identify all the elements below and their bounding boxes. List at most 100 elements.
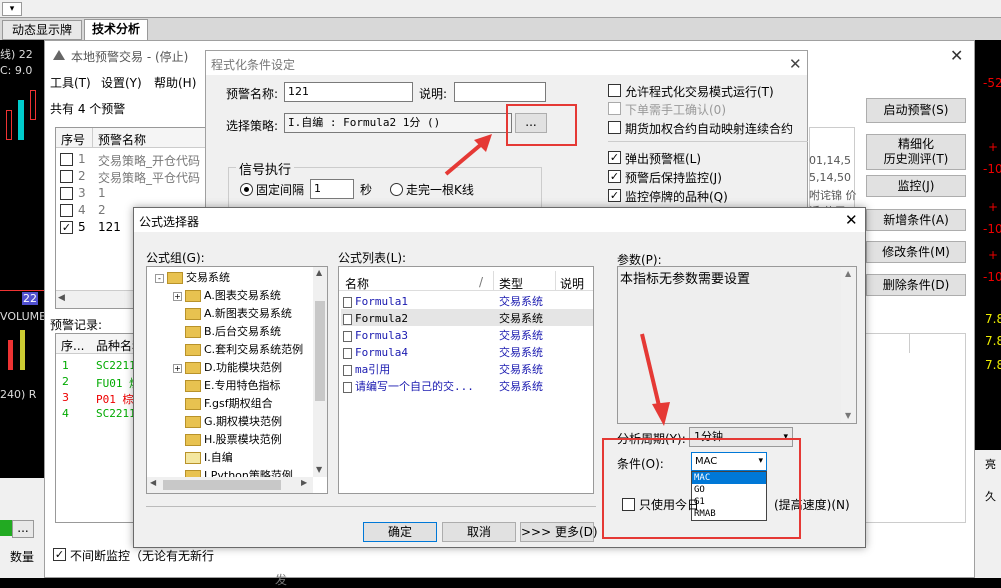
hscroll-left-arrow[interactable]: ◀ [58,293,65,303]
tree-expander-icon[interactable]: - [155,274,164,283]
list-col-desc[interactable]: 说明 [560,275,584,292]
top-strip-arrow[interactable]: ▾ [2,2,22,16]
list-col-type[interactable]: 类型 [499,275,523,292]
start-alert-button[interactable]: 启动预警(S) [866,98,966,123]
alert-row-checkbox[interactable]: ✓ [60,221,73,234]
tree-node[interactable]: H.股票模块范例 [147,431,282,449]
bottom-left-icon[interactable] [0,520,12,536]
prog-close-button[interactable]: ✕ [789,55,802,73]
more-button[interactable]: >>> 更多(D) [520,522,598,542]
tab-dynamic-board[interactable]: 动态显示牌 [2,20,82,40]
formula-doc-icon [343,313,352,325]
prog-option-checkbox[interactable]: ✓ [608,170,621,183]
cancel-button[interactable]: 取消 [442,522,516,542]
prog-option[interactable]: 下单需手工确认(0) [608,101,808,117]
prog-option[interactable]: ✓ 预警后保持监控(J) [608,169,808,185]
chart-label-240: 240) R [0,388,37,401]
tab-tech-analysis[interactable]: 技术分析 [84,19,148,40]
radio-fixed-interval[interactable] [240,183,253,196]
tree-node[interactable]: + A.图表交易系统 [147,287,281,305]
prog-option-checkbox[interactable]: ✓ [608,189,621,202]
detail-frag-3: 咐诧锦 价 [809,189,857,202]
right-val-8: 7.8 [985,312,1001,326]
prog-option-label: 允许程式化交易模式运行(T) [625,85,774,99]
nonstop-monitor-checkbox[interactable]: ✓ [53,548,66,561]
param-vscroll-down[interactable]: ▼ [845,411,851,420]
tree-node[interactable]: + D.功能模块范例 [147,359,282,377]
tree-hscroll-left[interactable]: ◀ [150,478,156,487]
alert-row-checkbox[interactable] [60,204,73,217]
prog-option[interactable]: 期货加权合约自动映射连续合约 [608,120,808,136]
tree-node[interactable]: B.后台交易系统 [147,323,281,341]
tree-node[interactable]: I.自编 [147,449,233,467]
strategy-label: 选择策略: [226,119,279,133]
tree-expander-icon[interactable]: + [173,292,182,301]
prog-option[interactable]: 允许程式化交易模式运行(T) [608,83,808,99]
col-no[interactable]: 序号 [61,131,85,148]
prog-option-checkbox[interactable] [608,102,621,115]
param-text: 本指标无参数需要设置 [620,272,751,287]
tree-hscroll-thumb[interactable] [163,480,281,490]
formula-close-button[interactable]: ✕ [845,211,858,229]
bottom-left-dots[interactable]: ... [12,520,34,538]
log-list: 序... 品种名称 1 SC2211 2 FU01 燃3 P01 棕榈 4 SC22… [55,333,145,523]
alert-row[interactable]: 2 交易策略_平仓代码 [56,168,206,185]
right-val-6: + [988,248,999,262]
menu-help[interactable]: 帮助(H) [154,74,196,91]
formula-type: 交易系统 [499,329,543,342]
edit-condition-button[interactable]: 修改条件(M) [866,241,966,263]
formula-list-row[interactable]: Formula4 交易系统 [343,344,593,361]
log-row[interactable]: 4 SC2211 [56,406,144,422]
alert-row[interactable]: 3 1 [56,185,206,202]
refined-backtest-button[interactable]: 精细化 历史测评(T) [866,134,966,170]
tree-vscroll-down[interactable]: ▼ [316,465,322,474]
add-condition-button[interactable]: 新增条件(A) [866,209,966,231]
alert-row-checkbox[interactable] [60,187,73,200]
tree-vscroll-up[interactable]: ▲ [316,268,322,277]
param-vscroll[interactable] [841,267,856,423]
prog-option-checkbox[interactable] [608,121,621,134]
formula-list-row[interactable]: Formula3 交易系统 [343,327,593,344]
tree-node[interactable]: G.期权模块范例 [147,413,282,431]
radio-full-bar[interactable] [390,183,403,196]
tree-node[interactable]: F.gsf期权组合 [147,395,273,413]
menu-tools[interactable]: 工具(T) [50,74,91,91]
tree-node-label: G.期权模块范例 [204,415,283,428]
col-name[interactable]: 预警名称 [98,131,146,148]
prog-option[interactable]: ✓ 监控停牌的品种(Q) [608,188,808,204]
tree-hscroll-right[interactable]: ▶ [301,478,307,487]
ok-button[interactable]: 确定 [363,522,437,542]
tree-expander-icon[interactable]: + [173,364,182,373]
tree-node[interactable]: - 交易系统 [147,269,230,287]
alert-row[interactable]: 1 交易策略_开仓代码 [56,151,206,168]
vol-bar-2 [20,330,25,370]
monitor-button[interactable]: 监控(J) [866,175,966,197]
formula-list-row[interactable]: 请编写一个自己的交... 交易系统 [343,378,593,395]
alert-row-checkbox[interactable] [60,153,73,166]
tab-bar [0,18,1001,40]
list-col-name[interactable]: 名称 [345,275,369,292]
log-row[interactable]: 2 FU01 燃 [56,374,144,390]
log-row[interactable]: 1 SC2211 [56,358,144,374]
tree-node[interactable]: A.新图表交易系统 [147,305,292,323]
formula-list-row[interactable]: ma引用 交易系统 [343,361,593,378]
prog-option-checkbox[interactable] [608,84,621,97]
tree-node[interactable]: E.专用特色指标 [147,377,280,395]
alert-name-input[interactable]: 121 [284,82,413,102]
menu-settings[interactable]: 设置(Y) [101,74,142,91]
prog-option[interactable]: ✓ 弹出预警框(L) [608,150,808,166]
alert-close-button[interactable]: ✕ [950,46,963,65]
param-vscroll-up[interactable]: ▲ [845,269,851,278]
alert-row-checkbox[interactable] [60,170,73,183]
log-row[interactable]: 3 P01 棕榈 [56,390,145,406]
formula-list-row[interactable]: Formula1 交易系统 [343,293,593,310]
desc-input[interactable] [454,82,546,102]
tree-vscroll-thumb[interactable] [315,301,325,401]
right-val-1: -52 [983,76,1001,90]
tree-node[interactable]: C.套利交易系统范例 [147,341,303,359]
interval-input[interactable]: 1 [310,179,354,199]
log-col-no[interactable]: 序... [61,337,84,354]
delete-condition-button[interactable]: 删除条件(D) [866,274,966,296]
prog-option-checkbox[interactable]: ✓ [608,151,621,164]
formula-list-row[interactable]: Formula2 交易系统 [343,310,593,327]
